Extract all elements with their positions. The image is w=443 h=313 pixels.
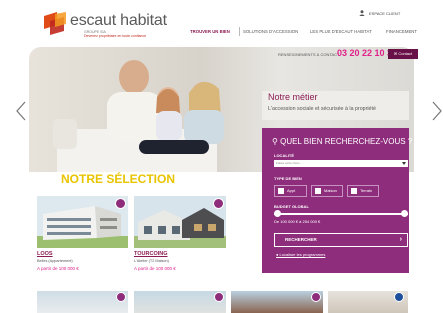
card-tourcoing-image[interactable] xyxy=(134,196,226,248)
locality-select[interactable]: Faites votre choix... xyxy=(274,160,408,167)
budget-label: BUDGET GLOBAL xyxy=(274,204,309,209)
nav-solutions-accession[interactable]: SOLUTIONS D'ACCESSION xyxy=(243,29,298,34)
type-terrain-toggle[interactable]: Terrain xyxy=(347,185,379,197)
type-terrain-label: Terrain xyxy=(360,188,373,193)
search-title-text: QUEL BIEN RECHERCHEZ-VOUS ? xyxy=(280,137,413,146)
nav-financement[interactable]: FINANCEMENT xyxy=(386,29,417,34)
nav-trouver-un-bien[interactable]: TROUVER UN BIEN xyxy=(190,29,230,34)
card-loos-image[interactable] xyxy=(37,196,128,248)
checkbox-icon xyxy=(351,188,357,194)
logo-mark-icon xyxy=(44,12,66,35)
budget-slider-max-handle[interactable] xyxy=(401,210,408,217)
metier-subtitle: L'accession sociale et sécurisée à la pr… xyxy=(268,106,376,112)
checkbox-icon xyxy=(278,188,284,194)
carousel-next-icon[interactable] xyxy=(430,101,443,121)
budget-slider-min-handle[interactable] xyxy=(274,210,281,217)
locate-programs-link[interactable]: ● Localiser les programmes xyxy=(276,252,325,257)
metier-title: Notre métier xyxy=(268,92,318,102)
type-maison-toggle[interactable]: Maison xyxy=(311,185,343,197)
budget-value: De 100 000 € à 254 000 € xyxy=(274,219,321,224)
listing-thumb-2[interactable] xyxy=(134,291,226,313)
checkbox-icon xyxy=(315,188,321,194)
listing-thumb-1[interactable] xyxy=(37,291,128,313)
card-tourcoing-name[interactable]: TOURCOING xyxy=(134,251,168,257)
locate-programs-label: Localiser les programmes xyxy=(279,252,326,257)
card-loos-subtitle: Belles (Appartement) xyxy=(37,259,73,263)
thumb-badge-icon xyxy=(214,292,224,302)
thumb-badge-icon xyxy=(311,292,321,302)
search-title: ⚲ QUEL BIEN RECHERCHEZ-VOUS ? xyxy=(272,137,412,146)
contact-label: RENSEIGNEMENTS & CONTACT xyxy=(278,52,340,57)
card-tourcoing-subtitle: L'Atelier (T2 Maison) xyxy=(134,259,169,263)
type-appt-toggle[interactable]: Appt xyxy=(274,185,307,197)
card-loos-name[interactable]: LOOS xyxy=(37,251,53,257)
page: escaut habitat GROUPE SIA Devenez propri… xyxy=(0,0,443,313)
chevron-down-icon xyxy=(402,162,406,165)
type-appt-label: Appt xyxy=(287,188,296,193)
card-badge-icon xyxy=(115,198,126,209)
budget-slider-track[interactable] xyxy=(274,213,408,215)
user-icon xyxy=(359,10,365,16)
chevron-right-icon: › xyxy=(399,236,402,243)
brand-name: escaut habitat xyxy=(70,12,167,29)
card-badge-icon xyxy=(213,198,224,209)
card-tourcoing-price: A partir de 100 000 € xyxy=(134,266,176,271)
contact-button-label: Contact xyxy=(398,51,413,56)
type-maison-label: Maison xyxy=(324,188,337,193)
header: escaut habitat GROUPE SIA Devenez propri… xyxy=(0,0,443,47)
locality-label: LOCALITÉ xyxy=(274,153,294,158)
client-area-label: ESPACE CLIENT xyxy=(369,11,401,16)
search-icon: ⚲ xyxy=(272,137,281,146)
search-submit-label: RECHERCHER xyxy=(285,237,317,242)
card-loos-price: A partir de 100 000 € xyxy=(37,266,79,271)
type-label: TYPE DE BIEN xyxy=(274,176,302,181)
thumb-badge-icon xyxy=(116,292,126,302)
contact-button[interactable]: ✉ Contact xyxy=(388,49,418,59)
thumb-badge-icon xyxy=(394,292,404,302)
locality-select-value: Faites votre choix... xyxy=(276,161,303,165)
search-submit-button[interactable]: RECHERCHER › xyxy=(274,233,408,247)
carousel-prev-icon[interactable] xyxy=(14,101,28,121)
selection-title: NOTRE SÉLECTION xyxy=(61,172,176,186)
client-area-link[interactable]: ESPACE CLIENT xyxy=(359,10,401,16)
nav-divider xyxy=(239,27,240,36)
listing-thumb-3[interactable] xyxy=(231,291,323,313)
listing-thumb-4[interactable] xyxy=(328,291,408,313)
brand-tagline: Devenez propriétaire en toute confiance xyxy=(84,34,147,38)
nav-plus-escaut[interactable]: LES PLUS D'ESCAUT HABITAT xyxy=(310,29,372,34)
